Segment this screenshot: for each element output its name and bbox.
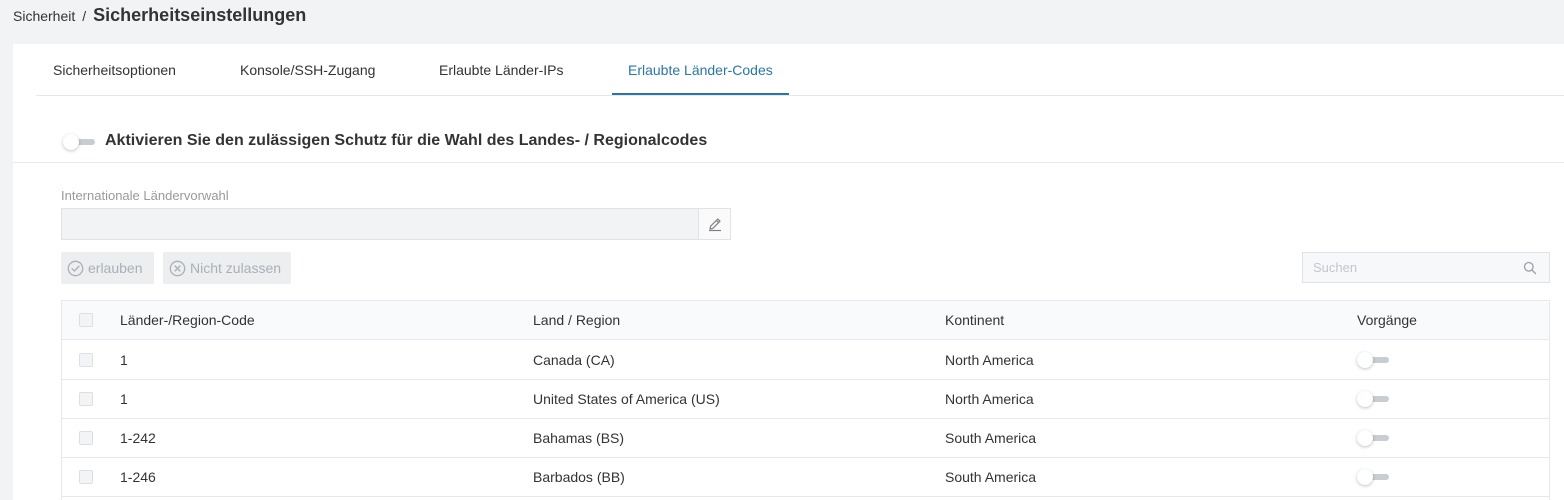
row-checkbox[interactable] [79, 391, 93, 406]
row-toggle[interactable] [1357, 351, 1391, 368]
toggle-knob [1357, 351, 1373, 368]
toggle-knob [1357, 429, 1373, 446]
country-code-field [61, 208, 731, 240]
edit-country-code-button[interactable] [698, 209, 730, 239]
row-country: Canada (CA) [533, 351, 615, 368]
deny-button[interactable]: Nicht zulassen [163, 252, 291, 284]
column-header-continent: Kontinent [945, 312, 1005, 328]
row-code: 1 [120, 351, 128, 368]
search-input[interactable] [1303, 253, 1513, 282]
allow-button-label: erlauben [88, 260, 143, 276]
row-toggle[interactable] [1357, 390, 1391, 407]
row-continent: South America [945, 468, 1037, 485]
row-checkbox[interactable] [79, 352, 93, 367]
row-toggle[interactable] [1357, 468, 1391, 485]
column-header-operations: Vorgänge [1357, 312, 1417, 328]
row-operations [1357, 340, 1391, 379]
tab-allowed-country-codes[interactable]: Erlaubte Länder-Codes [612, 44, 789, 95]
tab-allowed-country-ips[interactable]: Erlaubte Länder-IPs [439, 44, 564, 95]
toggle-knob [63, 134, 79, 150]
row-code: 1-246 [120, 468, 156, 485]
tab-bar: Sicherheitsoptionen Konsole/SSH-Zugang E… [36, 44, 1564, 96]
header-checkbox-cell [79, 301, 93, 339]
table-header: Länder-/Region-Code Land / Region Kontin… [62, 301, 1549, 340]
table-row: 1 United States of America (US) North Am… [62, 379, 1549, 419]
tab-security-options[interactable]: Sicherheitsoptionen [53, 44, 176, 95]
row-checkbox[interactable] [79, 430, 93, 445]
table-row: 1 Canada (CA) North America [62, 340, 1549, 380]
row-country: Bahamas (BS) [533, 429, 625, 446]
allow-button[interactable]: erlauben [61, 252, 154, 284]
column-header-country: Land / Region [533, 312, 621, 328]
breadcrumb-parent[interactable]: Sicherheit [13, 8, 75, 24]
settings-card: Sicherheitsoptionen Konsole/SSH-Zugang E… [13, 44, 1564, 500]
row-toggle[interactable] [1357, 429, 1391, 446]
row-checkbox-cell [79, 457, 93, 496]
x-circle-icon [169, 260, 186, 276]
pencil-icon [708, 218, 721, 232]
row-operations [1357, 457, 1391, 496]
country-code-table: Länder-/Region-Code Land / Region Kontin… [61, 300, 1550, 500]
protection-switch-row: Aktivieren Sie den zulässigen Schutz für… [13, 122, 1564, 163]
breadcrumb: Sicherheit / Sicherheitseinstellungen [13, 5, 306, 27]
select-all-checkbox[interactable] [79, 313, 93, 327]
country-code-input[interactable] [62, 209, 699, 239]
table-row: 1-242 Bahamas (BS) South America [62, 418, 1549, 458]
row-checkbox-cell [79, 340, 93, 379]
row-continent: South America [945, 429, 1037, 446]
check-circle-icon [67, 260, 84, 276]
breadcrumb-separator: / [82, 8, 87, 24]
search-box [1302, 252, 1550, 283]
search-icon[interactable] [1523, 261, 1537, 275]
row-checkbox-cell [79, 379, 93, 418]
row-country: Barbados (BB) [533, 468, 625, 485]
country-code-field-label: Internationale Ländervorwahl [61, 188, 229, 203]
row-code: 1 [120, 390, 128, 407]
row-operations [1357, 379, 1391, 418]
toggle-knob [1357, 390, 1373, 407]
toggle-knob [1357, 468, 1373, 485]
page-title: Sicherheitseinstellungen [93, 5, 307, 25]
row-continent: North America [945, 351, 1034, 368]
row-country: United States of America (US) [533, 390, 720, 407]
table-row: 1-246 Barbados (BB) South America [62, 457, 1549, 497]
tab-console-ssh-access[interactable]: Konsole/SSH-Zugang [240, 44, 375, 95]
row-checkbox-cell [79, 418, 93, 457]
deny-button-label: Nicht zulassen [190, 260, 282, 276]
protection-toggle[interactable] [63, 134, 97, 150]
row-code: 1-242 [120, 429, 156, 446]
protection-label: Aktivieren Sie den zulässigen Schutz für… [105, 132, 708, 149]
column-header-code: Länder-/Region-Code [120, 312, 255, 328]
row-checkbox[interactable] [79, 469, 93, 484]
row-operations [1357, 418, 1391, 457]
row-continent: North America [945, 390, 1034, 407]
